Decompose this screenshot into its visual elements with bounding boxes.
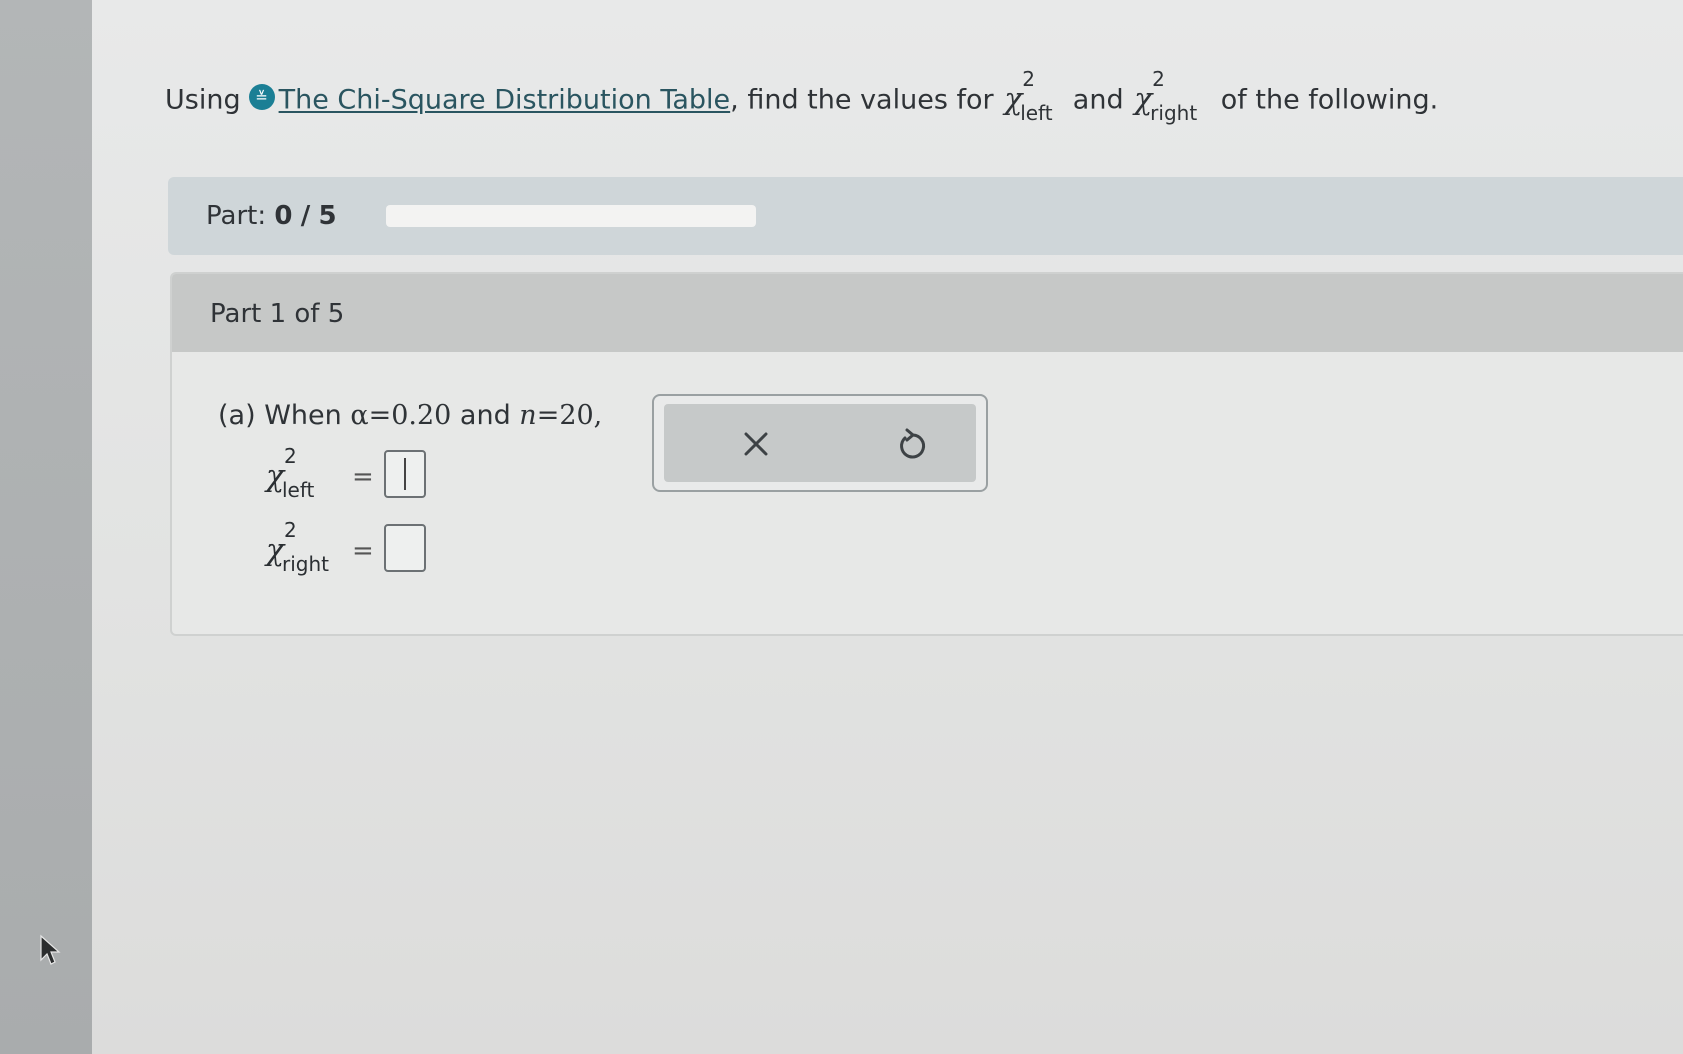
equals-sign: = bbox=[352, 536, 374, 566]
chi-left-symbol: χ 2 left bbox=[1002, 67, 1064, 131]
chi-right-input[interactable] bbox=[384, 524, 426, 572]
part-header: Part 1 of 5 bbox=[172, 274, 1683, 352]
n-symbol: n bbox=[519, 400, 537, 431]
equals-sign: = bbox=[352, 462, 374, 492]
question-prefix: Using bbox=[165, 84, 241, 116]
chi-superscript: 2 bbox=[284, 518, 297, 542]
chi-subscript-right: right bbox=[282, 552, 329, 576]
undo-button[interactable] bbox=[890, 422, 934, 466]
left-margin bbox=[0, 0, 100, 1054]
progress-label: Part: 0 / 5 bbox=[206, 199, 337, 233]
chi-superscript: 2 bbox=[284, 444, 297, 468]
table-info-icon[interactable]: ≚ bbox=[248, 83, 275, 110]
answer-tools-bar bbox=[664, 404, 976, 482]
answer-row-left: χ 2 left = bbox=[264, 444, 464, 508]
chi-square-table-link[interactable]: The Chi-Square Distribution Table bbox=[279, 85, 731, 116]
chi-subscript-right: right bbox=[1150, 100, 1198, 125]
progress-bar: Part: 0 / 5 bbox=[168, 177, 1683, 255]
chi-left-input[interactable] bbox=[384, 450, 426, 498]
chi-left-label: χ 2 left bbox=[264, 444, 326, 508]
progress-track bbox=[386, 205, 756, 227]
close-icon bbox=[744, 432, 768, 456]
chi-superscript: 2 bbox=[1022, 66, 1035, 91]
prompt-label: (a) When bbox=[218, 400, 342, 431]
alpha-value: 0.20 bbox=[391, 400, 452, 431]
part-prompt: (a) When α=0.20 and n=20, bbox=[218, 398, 602, 434]
alpha-expression: α=0.20 bbox=[350, 400, 451, 431]
question-suffix: of the following. bbox=[1220, 84, 1439, 116]
clear-button[interactable] bbox=[734, 422, 778, 466]
progress-separator: / bbox=[300, 201, 311, 231]
n-expression: n=20, bbox=[519, 400, 602, 431]
chi-right-label: χ 2 right bbox=[264, 518, 344, 582]
chi-superscript: 2 bbox=[1152, 66, 1165, 91]
part-title: Part 1 of 5 bbox=[210, 299, 345, 329]
alpha-symbol: α bbox=[350, 400, 369, 431]
alpha-equals: = bbox=[368, 400, 392, 431]
chi-subscript-left: left bbox=[1020, 100, 1053, 125]
progress-label-text: Part: bbox=[206, 201, 267, 231]
prompt-and: and bbox=[459, 400, 511, 431]
progress-total: 5 bbox=[318, 201, 337, 231]
chi-subscript-left: left bbox=[282, 478, 315, 502]
part-panel: Part 1 of 5 (a) When α=0.20 and n=20, χ … bbox=[170, 272, 1683, 636]
mouse-pointer-icon bbox=[40, 934, 61, 965]
answer-tools bbox=[652, 394, 988, 492]
chi-right-symbol: χ 2 right bbox=[1132, 67, 1212, 131]
answer-row-right: χ 2 right = bbox=[264, 518, 464, 582]
page: Using ≚ The Chi-Square Distribution Table,… bbox=[0, 0, 1683, 1054]
undo-icon bbox=[900, 428, 926, 459]
question-middle: , find the values for bbox=[730, 84, 994, 116]
n-equals: = bbox=[536, 400, 560, 431]
progress-current: 0 bbox=[274, 201, 293, 231]
question-text: Using ≚ The Chi-Square Distribution Table,… bbox=[165, 67, 1665, 131]
question-and: and bbox=[1072, 84, 1124, 116]
n-value: 20, bbox=[559, 400, 603, 431]
